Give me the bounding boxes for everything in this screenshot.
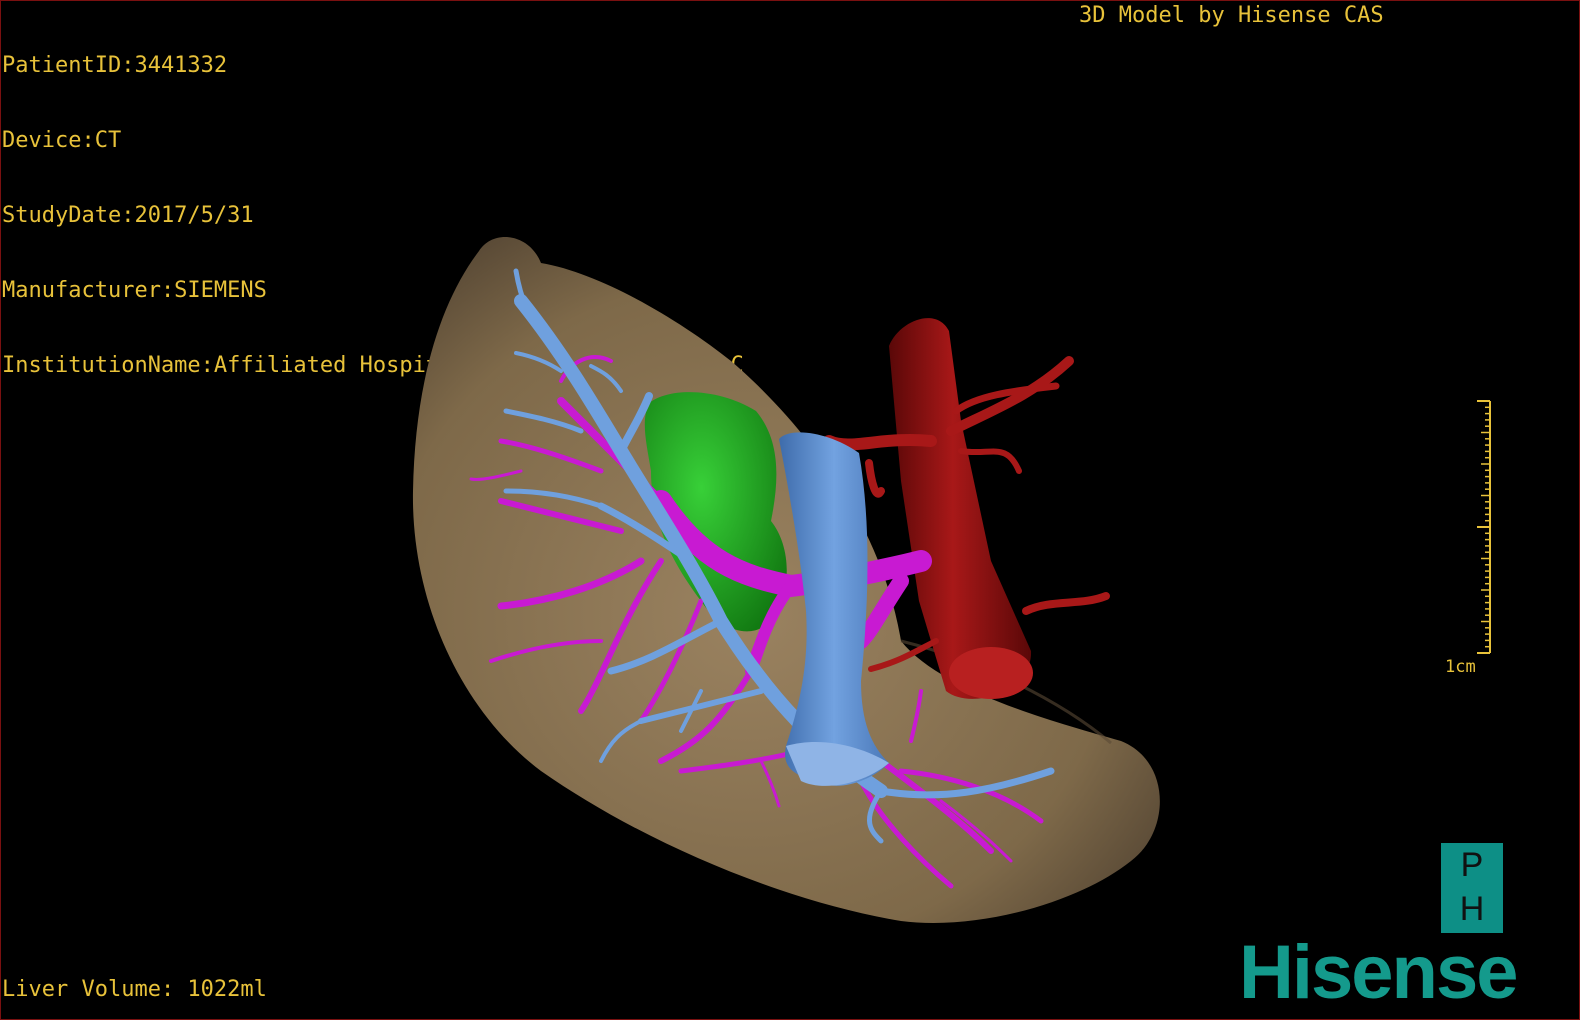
hisense-logo: Hisense <box>1239 930 1518 1015</box>
badge-bottom-letter: H <box>1459 890 1485 928</box>
badge-top-letter: P <box>1460 846 1484 884</box>
liver-3d-model[interactable] <box>1 1 1579 1019</box>
ph-badge-logo: P H <box>1441 843 1503 933</box>
3d-viewport[interactable]: PatientID:3441332 Device:CT StudyDate:20… <box>0 0 1580 1020</box>
scale-bar-label: 1cm <box>1445 657 1476 677</box>
liver-volume-text: Liver Volume: 1022ml <box>2 977 267 1002</box>
